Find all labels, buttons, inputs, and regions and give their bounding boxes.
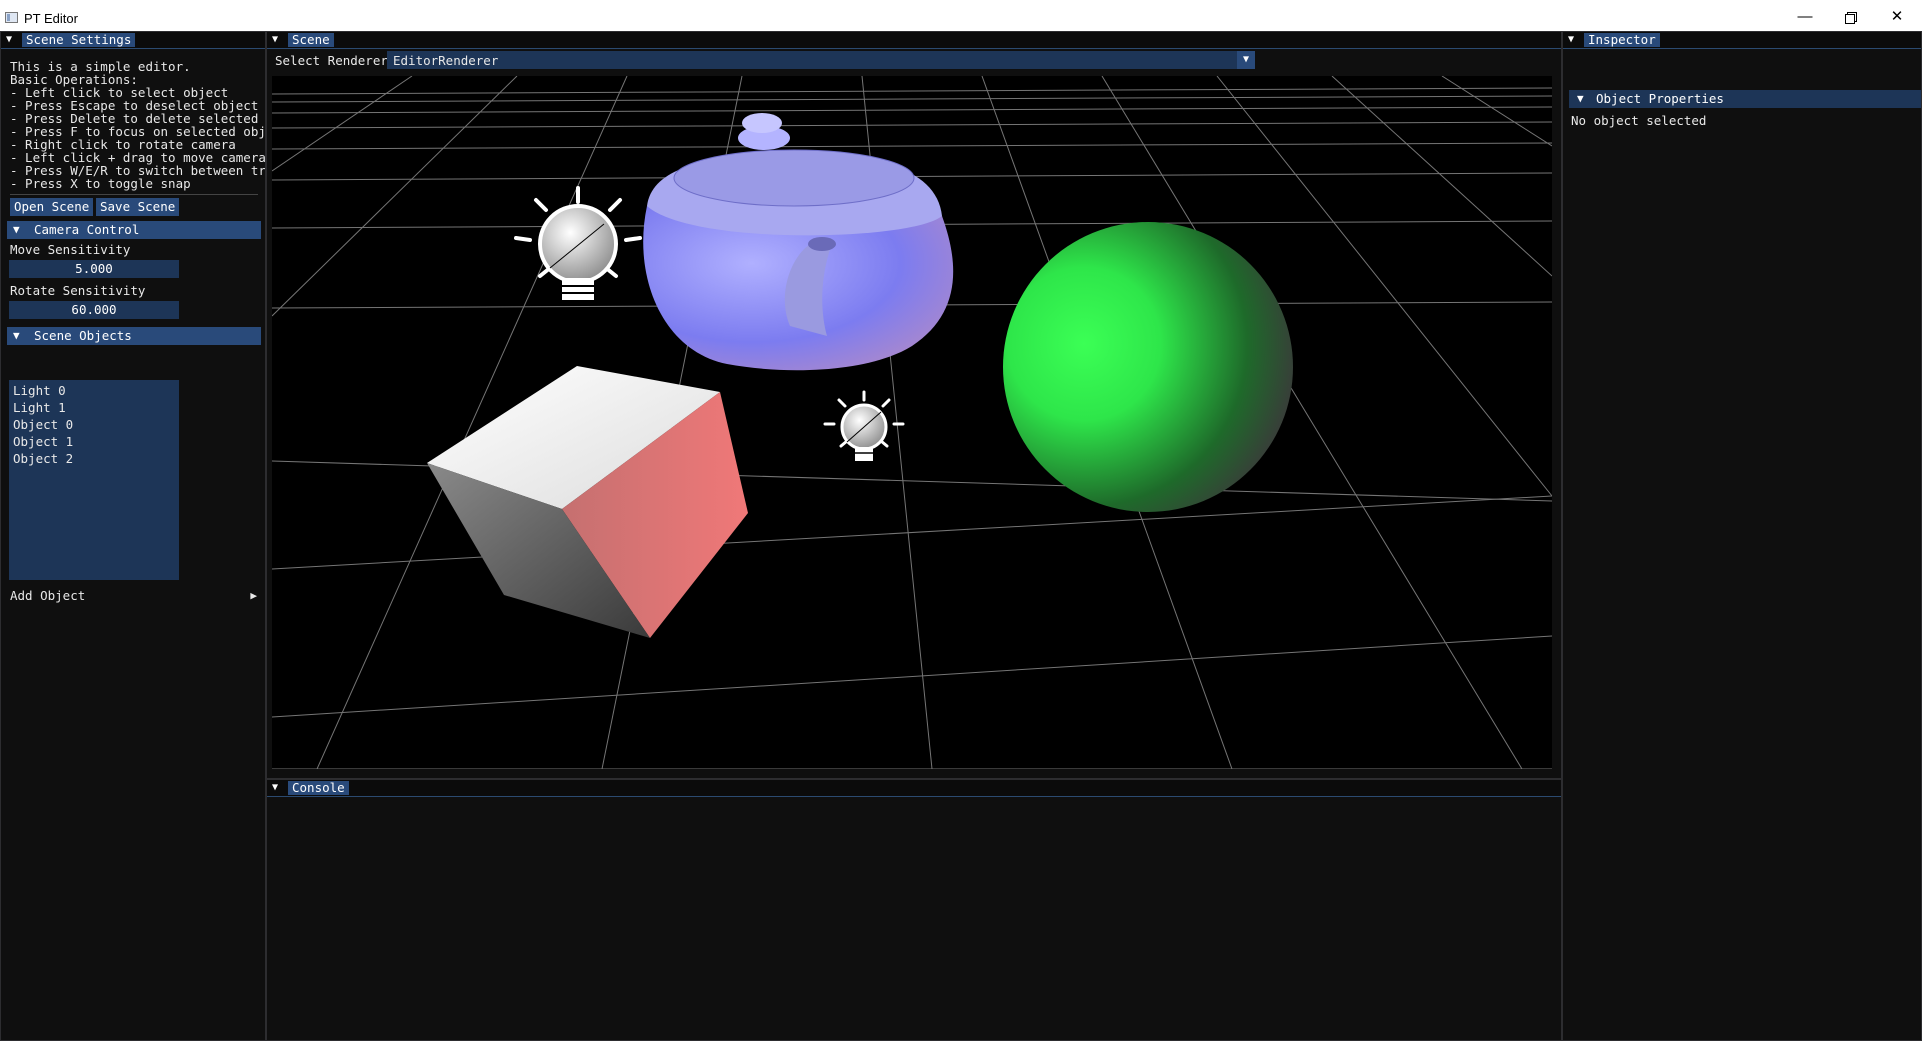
camera-control-label: Camera Control: [34, 222, 140, 237]
move-sensitivity-label: Move Sensitivity: [10, 242, 131, 257]
save-scene-button[interactable]: Save Scene: [96, 198, 180, 216]
minimize-icon: —: [1797, 8, 1813, 25]
inspector-status: No object selected: [1571, 113, 1707, 128]
collapse-triangle-icon[interactable]: ▼: [272, 782, 283, 793]
scene-objects-label: Scene Objects: [34, 328, 132, 343]
tab-console[interactable]: Console: [288, 781, 349, 795]
scene-settings-panel: ▼ Scene Settings This is a simple editor…: [0, 31, 266, 1041]
submenu-arrow-icon: ▶: [250, 589, 257, 602]
tab-scene[interactable]: Scene: [288, 33, 334, 47]
object-properties-label: Object Properties: [1596, 91, 1724, 106]
sphere-object[interactable]: [1003, 222, 1293, 512]
scene-settings-header: ▼ Scene Settings: [1, 32, 265, 49]
scene-header: ▼ Scene: [267, 32, 1561, 49]
minimize-button[interactable]: —: [1782, 0, 1828, 34]
restore-button[interactable]: [1828, 0, 1874, 34]
separator: [10, 194, 258, 195]
window-title: PT Editor: [24, 11, 78, 26]
tab-inspector[interactable]: Inspector: [1584, 33, 1660, 47]
renderer-select-value: EditorRenderer: [393, 53, 499, 68]
restore-icon: [1845, 12, 1857, 24]
select-renderer-label: Select Renderer: [275, 53, 388, 68]
rotate-sensitivity-label: Rotate Sensitivity: [10, 283, 146, 298]
scene-objects-header[interactable]: ▼ Scene Objects: [7, 327, 261, 345]
dropdown-arrow-icon: ▼: [1237, 51, 1255, 69]
collapse-triangle-icon: ▼: [1577, 92, 1584, 105]
scene-render[interactable]: [272, 76, 1552, 769]
inspector-header: ▼ Inspector: [1563, 32, 1921, 49]
scene-objects-list[interactable]: Light 0 Light 1 Object 0 Object 1 Object…: [9, 380, 179, 580]
add-object-label: Add Object: [10, 588, 86, 603]
object-properties-header[interactable]: ▼ Object Properties: [1569, 90, 1921, 108]
collapse-triangle-icon[interactable]: ▼: [6, 34, 17, 45]
list-item[interactable]: Object 1: [13, 435, 73, 448]
close-button[interactable]: ✕: [1874, 0, 1920, 34]
collapse-triangle-icon: ▼: [13, 223, 20, 236]
add-object-menu[interactable]: Add Object ▶: [7, 587, 261, 605]
collapse-triangle-icon[interactable]: ▼: [272, 34, 283, 45]
renderer-select[interactable]: EditorRenderer ▼: [387, 51, 1255, 69]
list-item[interactable]: Object 0: [13, 418, 73, 431]
tab-scene-settings[interactable]: Scene Settings: [22, 33, 136, 47]
app-icon: [5, 12, 18, 23]
open-scene-button[interactable]: Open Scene: [10, 198, 94, 216]
move-sensitivity-field[interactable]: 5.000: [9, 260, 179, 278]
inspector-panel: ▼ Inspector ▼ Object Properties No objec…: [1562, 31, 1922, 1041]
console-header: ▼ Console: [267, 780, 1561, 797]
console-panel: ▼ Console: [266, 779, 1562, 1041]
list-item[interactable]: Object 2: [13, 452, 73, 465]
camera-control-header[interactable]: ▼ Camera Control: [7, 221, 261, 239]
collapse-triangle-icon: ▼: [13, 329, 20, 342]
list-item[interactable]: Light 1: [13, 401, 66, 414]
help-line: - Press X to toggle snap: [10, 176, 191, 191]
collapse-triangle-icon[interactable]: ▼: [1568, 34, 1579, 45]
window-titlebar: PT Editor — ✕: [0, 0, 1922, 34]
scene-viewport[interactable]: [272, 76, 1552, 769]
close-icon: ✕: [1890, 8, 1904, 25]
list-item[interactable]: Light 0: [13, 384, 66, 397]
rotate-sensitivity-field[interactable]: 60.000: [9, 301, 179, 319]
